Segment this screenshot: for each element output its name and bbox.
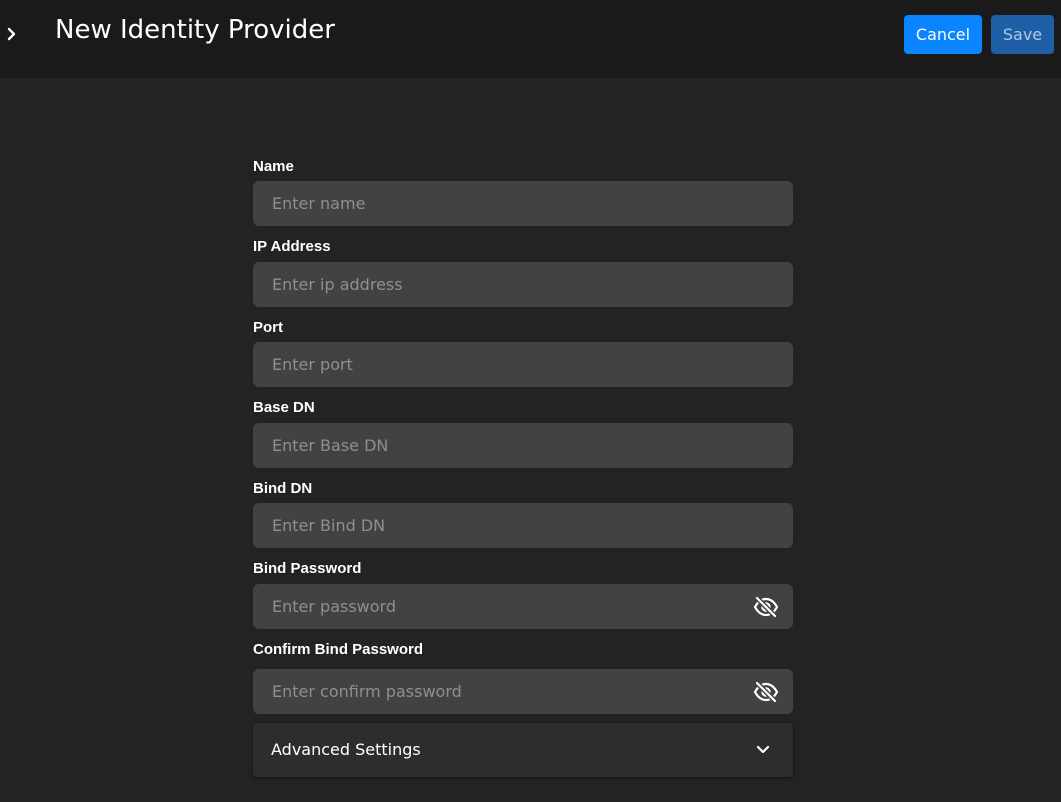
bind-password-field-container (253, 584, 793, 629)
name-field-container (253, 181, 793, 226)
port-label: Port (253, 319, 283, 336)
toggle-password-visibility-button[interactable] (753, 595, 779, 619)
page-header: New Identity Provider Cancel Save (0, 0, 1061, 78)
confirm-bind-password-field-container (253, 669, 793, 714)
advanced-settings-toggle[interactable]: Advanced Settings (253, 723, 793, 777)
bind-password-label: Bind Password (253, 560, 362, 577)
bind-password-input[interactable] (253, 584, 793, 629)
port-input[interactable] (253, 342, 793, 387)
confirm-bind-password-input[interactable] (253, 669, 793, 714)
chevron-down-icon (755, 742, 771, 758)
save-button[interactable]: Save (991, 15, 1054, 54)
base-dn-field-container (253, 423, 793, 468)
expand-sidebar-button[interactable] (2, 22, 22, 46)
bind-dn-input[interactable] (253, 503, 793, 548)
advanced-settings-label: Advanced Settings (271, 740, 421, 759)
bind-dn-label: Bind DN (253, 480, 313, 497)
ip-address-label: IP Address (253, 238, 331, 255)
bind-dn-field-container (253, 503, 793, 548)
ip-address-field-container (253, 262, 793, 307)
eye-off-icon (753, 596, 779, 618)
name-label: Name (253, 158, 294, 175)
base-dn-input[interactable] (253, 423, 793, 468)
base-dn-label: Base DN (253, 399, 315, 416)
port-field-container (253, 342, 793, 387)
cancel-button[interactable]: Cancel (904, 15, 982, 54)
name-input[interactable] (253, 181, 793, 226)
ip-address-input[interactable] (253, 262, 793, 307)
chevron-right-icon (7, 27, 16, 41)
toggle-confirm-password-visibility-button[interactable] (753, 680, 779, 704)
confirm-bind-password-label: Confirm Bind Password (253, 641, 424, 658)
page-title: New Identity Provider (55, 15, 335, 45)
eye-off-icon (753, 681, 779, 703)
